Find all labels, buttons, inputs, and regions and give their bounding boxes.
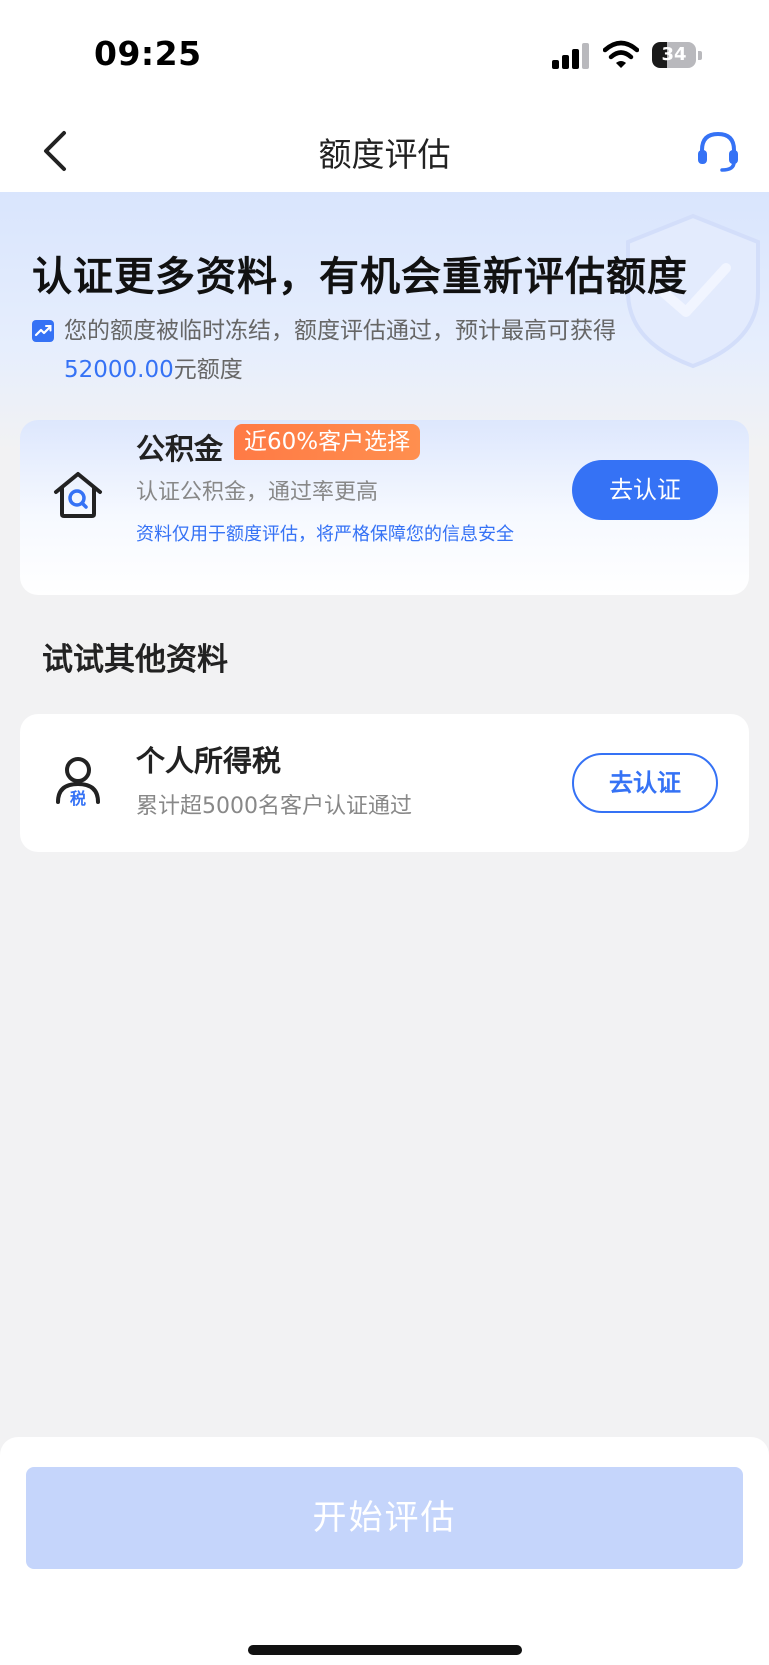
popular-badge: 近60%客户选择 [234, 424, 421, 460]
hero-desc-suffix: 元额度 [173, 357, 243, 383]
house-search-icon [54, 472, 102, 518]
housing-fund-title: 公积金 [136, 432, 224, 466]
credit-amount: 52000.00 [64, 357, 174, 383]
privacy-note: 资料仅用于额度评估，将严格保障您的信息安全 [136, 524, 514, 545]
hero-description: 您的额度被临时冻结，额度评估通过，预计最高可获得 52000.00元额度 [64, 312, 704, 390]
income-tax-verify-button[interactable]: 去认证 [572, 753, 718, 813]
housing-fund-subtitle: 认证公积金，通过率更高 [136, 480, 379, 505]
headset-icon [698, 131, 738, 172]
housing-fund-card: 公积金 近60%客户选择 认证公积金，通过率更高 资料仅用于额度评估，将严格保障… [20, 420, 749, 595]
hero-desc-prefix: 您的额度被临时冻结，额度评估通过，预计最高可获得 [64, 318, 616, 344]
trend-up-icon [32, 320, 54, 342]
bottom-bar: 开始评估 [0, 1437, 769, 1665]
customer-service-button[interactable] [694, 126, 742, 176]
chevron-left-icon [44, 131, 66, 171]
section-title: 试试其他资料 [42, 642, 228, 678]
back-button[interactable] [36, 128, 76, 174]
tax-icon-label: 税 [70, 789, 86, 808]
page-title: 额度评估 [318, 135, 451, 174]
hero-title: 认证更多资料，有机会重新评估额度 [32, 254, 688, 300]
status-bar: 09:25 34 [0, 0, 769, 110]
cellular-signal-icon [552, 43, 589, 69]
person-tax-icon: 税 [56, 757, 100, 808]
income-tax-subtitle: 累计超5000名客户认证通过 [136, 794, 412, 819]
status-time: 09:25 [94, 34, 202, 73]
battery-level: 34 [661, 44, 687, 65]
start-evaluation-button[interactable]: 开始评估 [26, 1467, 743, 1569]
battery-icon: 34 [652, 42, 702, 68]
hero-banner: 认证更多资料，有机会重新评估额度 您的额度被临时冻结，额度评估通过，预计最高可获… [0, 192, 769, 452]
nav-bar: 额度评估 [0, 110, 769, 192]
home-indicator[interactable] [248, 1645, 522, 1655]
housing-fund-verify-button[interactable]: 去认证 [572, 460, 718, 520]
wifi-icon [603, 40, 639, 68]
income-tax-title: 个人所得税 [136, 744, 282, 778]
income-tax-card: 税 个人所得税 累计超5000名客户认证通过 去认证 [20, 714, 749, 852]
